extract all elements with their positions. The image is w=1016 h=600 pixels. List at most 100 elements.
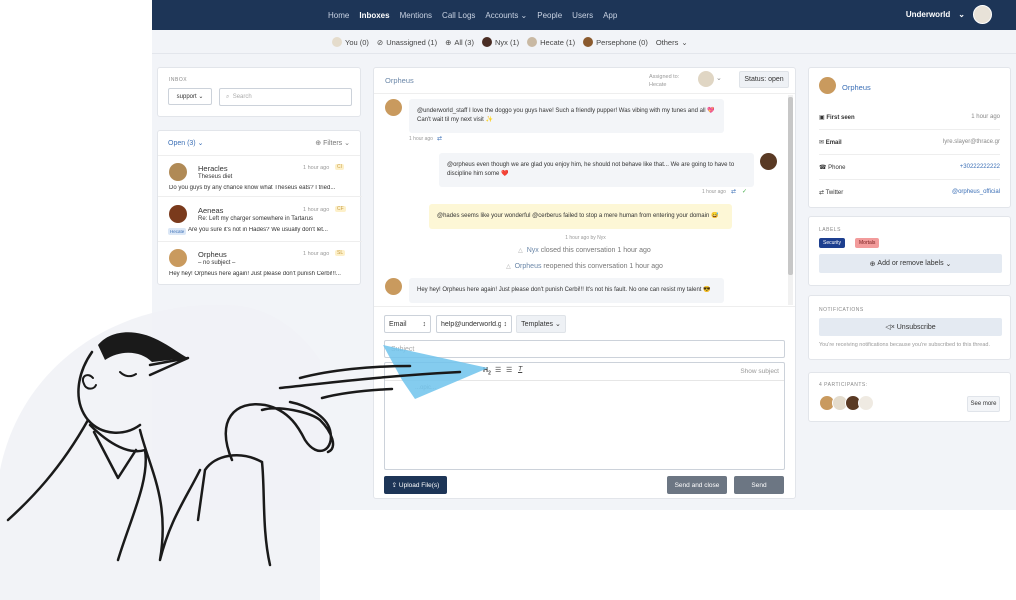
event-text: reopened this conversation 1 hour ago [543, 263, 663, 270]
nav-mentions[interactable]: Mentions [400, 11, 432, 20]
nav-people[interactable]: People [537, 11, 562, 20]
collar-outline [92, 430, 138, 480]
assigned-label: Assigned to: [649, 74, 680, 80]
nav-call-logs[interactable]: Call Logs [442, 11, 475, 20]
from-address-select[interactable]: help@underworld.gr ↕ [436, 315, 512, 333]
nav-users[interactable]: Users [572, 11, 593, 20]
hecate-avatar [527, 37, 538, 47]
conversation-subject: – no subject – [198, 260, 236, 266]
private-note: @hades seems like your wonderful @cerber… [429, 204, 732, 229]
chevron-down-icon: ⌄ [198, 94, 204, 100]
show-subject-link[interactable]: Show subject [740, 368, 779, 375]
twitter-icon: ⇄ [731, 189, 737, 195]
field-label: Phone [828, 165, 846, 171]
editor-box[interactable]: H2 ☰ ☰ T Show subject ...opic... [384, 362, 785, 470]
send-button[interactable]: Send [734, 476, 784, 494]
conversation-subject: Re: Left my charger somewhere in Tartaru… [198, 216, 313, 222]
chevron-down-icon[interactable]: ⌄ [716, 74, 722, 82]
chevron-down-icon: ⌄ [945, 260, 952, 268]
contact-avatar [385, 99, 402, 116]
nav-inboxes[interactable]: Inboxes [359, 11, 389, 20]
channel-select[interactable]: Email ↕ [384, 315, 431, 333]
filter-label: You (0) [345, 37, 369, 47]
chevron-down-icon: ⌄ [554, 321, 561, 328]
numbered-list-icon[interactable]: ☰ [506, 366, 512, 374]
inbox-dropdown-value: support [176, 93, 197, 100]
face-features [82, 371, 137, 390]
upload-files-button[interactable]: ⇪ Upload File(s) [384, 476, 447, 494]
conversation-item[interactable]: Heracles 1 hour ago CI Theseus diet Do y… [158, 159, 362, 197]
message-time: 1 hour ago [702, 189, 726, 195]
heading-icon[interactable]: H2 [483, 367, 491, 376]
status-filter[interactable]: Open (3) ⌄ [168, 139, 203, 147]
send-and-close-button[interactable]: Send and close [667, 476, 727, 494]
nav-accounts[interactable]: Accounts ⌄ [485, 11, 527, 20]
status-button[interactable]: Status: open [739, 71, 789, 88]
labels-card: LABELS Security Mortals ⊕ Add or remove … [808, 216, 1011, 286]
assignee-tag: Hecate [168, 228, 187, 235]
note-time: 1 hour ago by Nyx [565, 235, 606, 241]
bell-icon: △ [506, 264, 511, 270]
contact-card: Orpheus ▣ First seen 1 hour ago ✉ Email … [808, 67, 1011, 208]
participant-avatar[interactable] [858, 395, 874, 411]
from-address-value: help@underworld.gr [441, 320, 501, 328]
filter-others[interactable]: Others ⌄ [656, 38, 688, 47]
unsubscribe-button[interactable]: ◁× Unsubscribe [819, 318, 1002, 336]
templates-dropdown[interactable]: Templates ⌄ [516, 315, 566, 333]
agent-avatar [760, 153, 777, 170]
contact-field-email: ✉ Email lyre.slayer@thrace.gr [819, 131, 1000, 155]
nav-links: Home Inboxes Mentions Call Logs Accounts… [328, 0, 617, 30]
delivered-check-icon: ✓ [742, 189, 748, 195]
conversation-time: 1 hour ago [303, 165, 330, 171]
field-value[interactable]: @orpheus_official [952, 189, 1000, 195]
chevron-down-icon: ⌄ [958, 10, 965, 19]
bulleted-list-icon[interactable]: ☰ [495, 366, 501, 374]
search-icon: ⌕ [226, 93, 230, 100]
incoming-message: @underworld_staff I love the doggo you g… [409, 99, 724, 133]
channel-badge: CI [335, 164, 344, 170]
mail-icon: ✉ [819, 140, 825, 146]
label-security[interactable]: Security [819, 238, 846, 248]
editor-toolbar: H2 ☰ ☰ T Show subject [385, 363, 784, 381]
notifications-title: NOTIFICATIONS [819, 307, 864, 313]
filter-hecate[interactable]: Hecate (1) [527, 37, 575, 47]
nav-home[interactable]: Home [328, 11, 349, 20]
add-remove-labels-button[interactable]: ⊕ Add or remove labels ⌄ [819, 254, 1002, 273]
user-menu[interactable]: Underworld ⌄ [906, 5, 992, 24]
field-label: Email [825, 140, 842, 146]
search-input[interactable]: ⌕ Search [219, 88, 352, 106]
filters-button[interactable]: ⊕ Filters ⌄ [315, 139, 350, 147]
outgoing-message: @orpheus even though we are glad you enj… [439, 153, 754, 187]
you-avatar [332, 37, 342, 47]
subject-input[interactable]: Subject [384, 340, 785, 358]
label-mortals[interactable]: Mortals [855, 238, 880, 248]
scrollbar-track[interactable] [788, 95, 793, 305]
clear-format-icon[interactable]: T [518, 366, 522, 373]
conversation-item[interactable]: Aeneas 1 hour ago CF Re: Left my charger… [158, 202, 362, 242]
field-label: First seen [826, 115, 855, 121]
inbox-dropdown[interactable]: support ⌄ [168, 88, 212, 105]
filter-persephone[interactable]: Persephone (0) [583, 37, 648, 47]
composer: Email ↕ help@underworld.gr ↕ Templates ⌄ S… [374, 306, 795, 498]
upload-icon: ⇪ [391, 482, 398, 489]
filter-you[interactable]: You (0) [332, 37, 369, 47]
filter-unassigned[interactable]: ⊘ Unassigned (1) [377, 38, 437, 47]
field-value[interactable]: lyre.slayer@thrace.gr [943, 139, 1000, 145]
channel-badge: CF [335, 206, 346, 212]
filter-nyx[interactable]: Nyx (1) [481, 37, 519, 47]
editor-placeholder: ...opic... [415, 385, 437, 391]
conversation-item[interactable]: Orpheus 1 hour ago SL – no subject – Hey… [158, 245, 362, 283]
filter-all[interactable]: ⊕ All (3) [445, 38, 474, 47]
assignee-avatar[interactable] [698, 71, 714, 87]
see-more-label: See more [970, 401, 997, 407]
nav-app[interactable]: App [603, 11, 617, 20]
contact-name: Orpheus [198, 250, 227, 259]
contact-name: Heracles [198, 164, 228, 173]
contact-name[interactable]: Orpheus [842, 83, 871, 92]
field-value[interactable]: +30222222222 [960, 164, 1000, 170]
conversation-panel: Orpheus Assigned to: Hecate ⌄ Status: op… [373, 67, 796, 499]
see-more-button[interactable]: See more [967, 396, 1000, 412]
conversation-subject: Theseus diet [198, 174, 233, 180]
add-labels-label: Add or remove labels [877, 260, 944, 267]
field-label: Twitter [825, 190, 844, 196]
